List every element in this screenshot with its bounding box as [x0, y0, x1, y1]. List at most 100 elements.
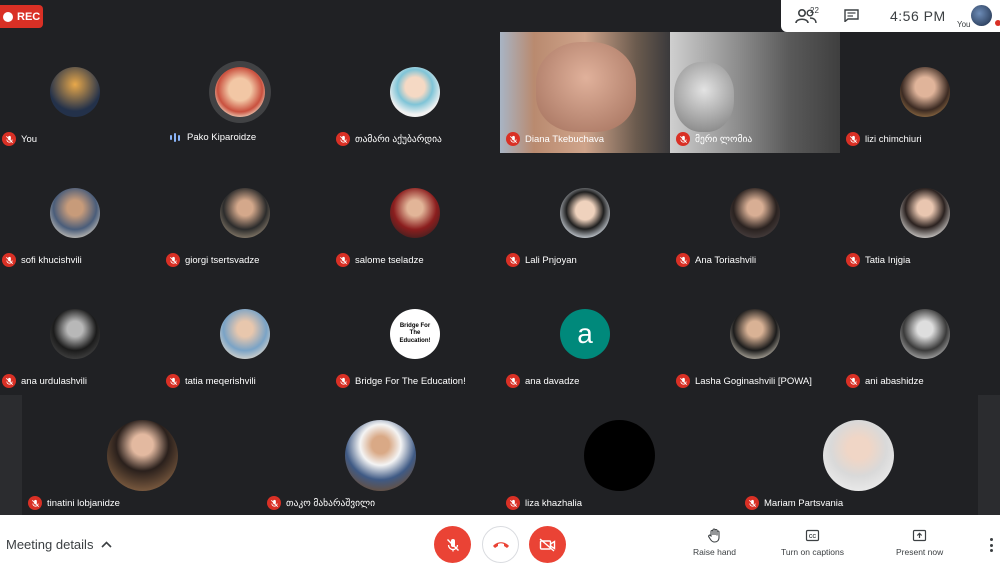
participant-tile[interactable]: ana urdulashvili: [0, 274, 160, 395]
letter-avatar: a: [560, 309, 610, 359]
participant-name-row: liza khazhalia: [506, 496, 582, 510]
participant-tile[interactable]: a ana davadze: [500, 274, 670, 395]
participant-name-row: Mariam Partsvania: [745, 496, 843, 510]
participant-name-row: თამარი აქუბარდია: [336, 132, 442, 146]
participant-tile[interactable]: salome tseladze: [330, 153, 500, 274]
participant-name: მერი ლომია: [695, 133, 753, 145]
raise-hand-button[interactable]: Raise hand: [693, 528, 736, 557]
participant-name: tinatini lobjanidze: [47, 497, 120, 509]
avatar: [390, 188, 440, 238]
participant-name-row: Lali Pnjoyan: [506, 253, 577, 267]
more-options-icon[interactable]: [986, 538, 996, 552]
participant-name: tatia meqerishvili: [185, 375, 256, 387]
closed-captions-icon: CC: [805, 529, 820, 542]
present-screen-icon: [913, 529, 927, 542]
participant-name: Diana Tkebuchava: [525, 133, 605, 145]
mic-off-icon: [506, 496, 520, 510]
participant-name-row: ani abashidze: [846, 374, 924, 388]
participant-tile[interactable]: Lasha Goginashvili [POWA]: [670, 274, 840, 395]
captions-button[interactable]: CC Turn on captions: [781, 528, 844, 557]
participant-name: Bridge For The Education!: [355, 375, 466, 387]
avatar: [900, 309, 950, 359]
present-now-button[interactable]: Present now: [896, 528, 943, 557]
participant-tile[interactable]: sofi khucishvili: [0, 153, 160, 274]
participant-tile[interactable]: Mariam Partsvania: [739, 395, 978, 515]
participant-tile[interactable]: tatia meqerishvili: [160, 274, 330, 395]
grid-gutter: [978, 395, 1000, 515]
avatar: [107, 420, 178, 491]
participant-name-row: tatia meqerishvili: [166, 374, 256, 388]
participant-name-row: tinatini lobjanidze: [28, 496, 120, 510]
participant-name: თამარი აქუბარდია: [355, 133, 442, 145]
participant-tile[interactable]: Tatia Injgia: [840, 153, 1000, 274]
self-avatar: [971, 5, 992, 26]
self-muted-dot-icon: [995, 20, 1000, 26]
participant-name: Pako Kiparoidze: [187, 132, 257, 143]
participant-tile[interactable]: Lali Pnjoyan: [500, 153, 670, 274]
mic-off-icon: [336, 374, 350, 388]
participant-video-tile[interactable]: მერი ლომია: [670, 32, 840, 153]
camera-off-icon: [539, 537, 556, 552]
participant-grid: You Pako Kiparoidze თამარი აქუბარდია Dia…: [0, 32, 1000, 515]
bottom-toolbar: Meeting details Raise hand CC Turn on ca…: [0, 515, 1000, 574]
participant-name-row: თაკო მახარაშვილი: [267, 496, 375, 510]
participant-tile[interactable]: Pako Kiparoidze: [160, 32, 330, 153]
avatar: [50, 309, 100, 359]
mic-off-icon: [676, 374, 690, 388]
recording-badge: REC: [0, 5, 43, 28]
mic-off-icon: [506, 132, 520, 146]
participant-name: ana urdulashvili: [21, 375, 88, 387]
participant-tile[interactable]: Bridge For The Education! Bridge For The…: [330, 274, 500, 395]
participant-name-row: giorgi tsertsvadze: [166, 253, 259, 267]
avatar: [215, 67, 265, 117]
participant-name-row: Pako Kiparoidze: [168, 132, 256, 143]
participant-name: Ana Toriashvili: [695, 254, 757, 266]
participant-tile[interactable]: You: [0, 32, 160, 153]
participant-tile[interactable]: liza khazhalia: [500, 395, 739, 515]
avatar: [50, 188, 100, 238]
mic-off-icon: [676, 253, 690, 267]
mic-off-icon: [267, 496, 281, 510]
participant-name: liza khazhalia: [525, 497, 583, 509]
participant-tile[interactable]: lizi chimchiuri: [840, 32, 1000, 153]
participant-video-tile[interactable]: Diana Tkebuchava: [500, 32, 670, 153]
top-right-panel: 22 4:56 PM You: [781, 0, 1000, 32]
participant-name: ani abashidze: [865, 375, 924, 387]
clock: 4:56 PM: [890, 8, 946, 24]
speaking-indicator-icon: [168, 133, 182, 142]
microphone-toggle-button[interactable]: [434, 526, 471, 563]
avatar: [823, 420, 894, 491]
meeting-details-button[interactable]: Meeting details: [6, 537, 113, 552]
leave-call-button[interactable]: [482, 526, 519, 563]
svg-text:CC: CC: [809, 534, 817, 540]
participant-tile[interactable]: თაკო მახარაშვილი: [261, 395, 500, 515]
mic-off-icon: [2, 253, 16, 267]
participant-name-row: ana urdulashvili: [2, 374, 87, 388]
grid-gutter: [0, 395, 22, 515]
camera-toggle-button[interactable]: [529, 526, 566, 563]
organization-logo-avatar: Bridge For The Education!: [390, 309, 440, 359]
participant-tile[interactable]: giorgi tsertsvadze: [160, 153, 330, 274]
avatar: [345, 420, 416, 491]
raise-hand-label: Raise hand: [693, 547, 737, 557]
participant-name-row: sofi khucishvili: [2, 253, 82, 267]
participant-tile[interactable]: თამარი აქუბარდია: [330, 32, 500, 153]
mic-off-icon: [846, 132, 860, 146]
mic-off-icon: [506, 253, 520, 267]
avatar: [900, 67, 950, 117]
mic-off-icon: [676, 132, 690, 146]
mic-off-icon: [2, 132, 16, 146]
participant-name: Mariam Partsvania: [764, 497, 844, 509]
meeting-details-label: Meeting details: [6, 537, 94, 552]
avatar: [584, 420, 655, 491]
participant-tile[interactable]: Ana Toriashvili: [670, 153, 840, 274]
participant-name: salome tseladze: [355, 254, 424, 266]
participant-video: [536, 42, 636, 132]
participant-tile[interactable]: ani abashidze: [840, 274, 1000, 395]
chat-icon[interactable]: [844, 9, 859, 22]
self-label: You: [957, 20, 971, 29]
mic-off-icon: [336, 132, 350, 146]
participant-name-row: Diana Tkebuchava: [506, 132, 604, 146]
participant-name: giorgi tsertsvadze: [185, 254, 260, 266]
participant-tile[interactable]: tinatini lobjanidze: [22, 395, 261, 515]
